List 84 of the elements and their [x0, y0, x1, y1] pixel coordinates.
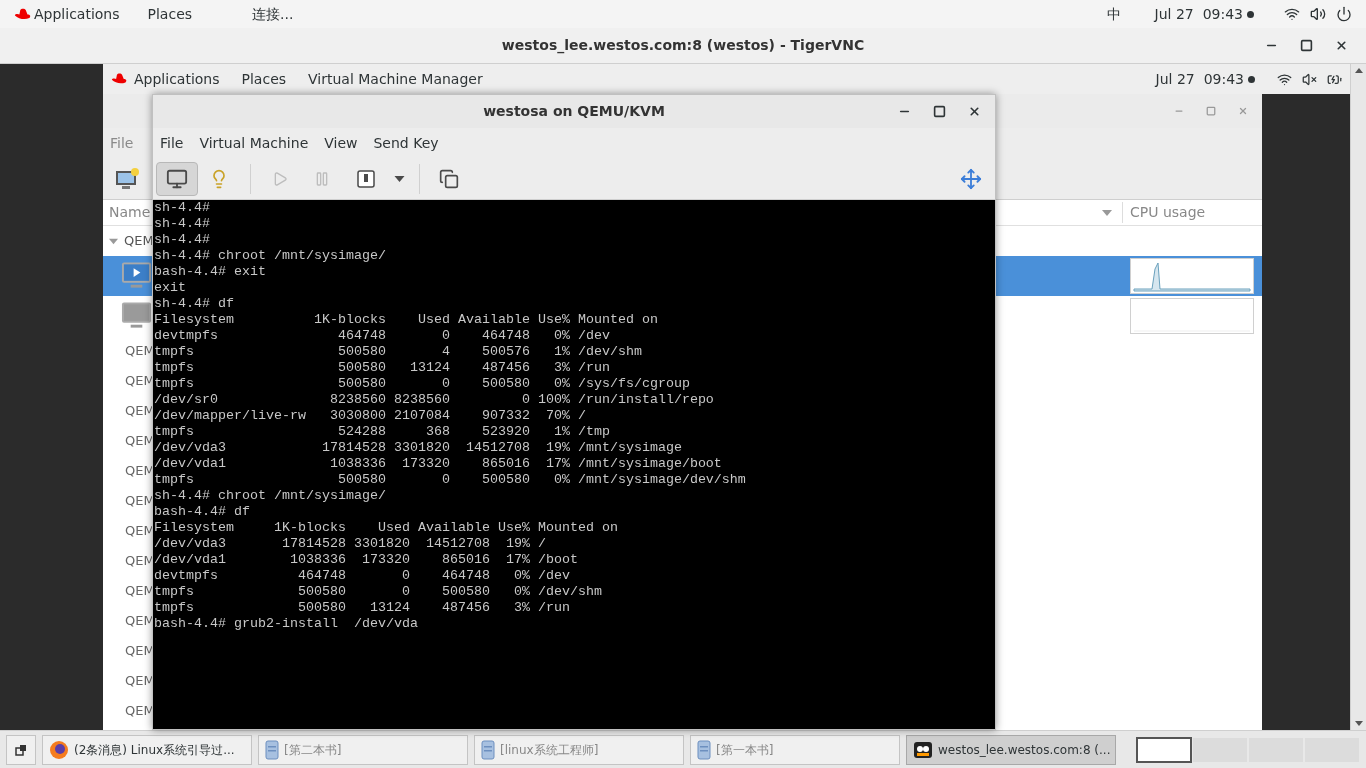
clock[interactable]: Jul 27 09:43 [1154, 3, 1243, 25]
top-bar-menu[interactable]: Places [241, 68, 287, 90]
menu-item[interactable]: Virtual Machine [199, 132, 309, 154]
top-bar-menu[interactable]: Places [147, 3, 193, 25]
console-line: exit [154, 280, 186, 296]
clock[interactable]: Jul 27 09:43 [1155, 68, 1244, 90]
windows-icon [15, 743, 27, 756]
console-line: tmpfs 500580 0 500580 0% /dev/shm [154, 584, 602, 600]
play-icon [272, 170, 288, 187]
console-line: /dev/vda1 1038336 173320 865016 17% /boot [154, 552, 578, 568]
column-header[interactable]: Name [109, 202, 151, 223]
task-button[interactable]: (2条消息) Linux系统引导过... [42, 734, 252, 765]
window-title: westos_lee.westos.com:8 (westos) - TigerVNC [501, 36, 865, 56]
close-icon[interactable] [968, 105, 981, 118]
vm-row[interactable] [996, 256, 1262, 296]
wifi-icon[interactable] [1284, 6, 1300, 22]
scrollbar[interactable] [1350, 64, 1366, 730]
show-desktop-button[interactable] [6, 734, 36, 765]
console-line: sh-4.4# chroot /mnt/sysimage/ [154, 488, 386, 504]
fullscreen-icon [960, 167, 982, 190]
task-button[interactable]: [第二本书] [258, 734, 468, 765]
top-bar-menu[interactable]: Applications [34, 3, 120, 25]
console-line: Filesystem 1K-blocks Used Available Use% Mounted on [154, 520, 618, 536]
workspace-button[interactable] [1136, 736, 1192, 763]
console-line: /dev/vda3 17814528 3301820 14512708 19% / [154, 536, 546, 552]
console-line: tmpfs 524288 368 523920 1% /tmp [154, 424, 610, 440]
console-line: /dev/sr0 8238560 8238560 0 100% /run/install/repo [154, 392, 714, 408]
group-name: QEM [124, 232, 154, 251]
console-line: /dev/mapper/live-rw 3030800 2107084 907332 70% / [154, 408, 586, 424]
menu-item[interactable]: Send Key [373, 132, 439, 154]
switch-icon [356, 168, 376, 189]
power-icon[interactable] [1336, 6, 1352, 22]
expander-icon[interactable] [109, 236, 118, 246]
input-method[interactable]: 中 [1106, 3, 1121, 25]
console-line: /dev/vda3 17814528 3301820 14512708 19% /mnt/sysimage [154, 440, 682, 456]
maximize-icon[interactable] [933, 105, 946, 118]
caret-icon [393, 175, 405, 182]
console-line: sh-4.4# df [154, 296, 234, 312]
wifi-icon[interactable] [1277, 71, 1292, 87]
browser-icon [49, 739, 69, 760]
console-line: tmpfs 500580 4 500576 1% /dev/shm [154, 344, 642, 360]
monitor-button[interactable] [156, 161, 198, 196]
pause-icon [314, 170, 330, 187]
menu-item[interactable]: File [160, 132, 184, 154]
volume-icon[interactable] [1310, 6, 1326, 22]
console-line: tmpfs 500580 0 500580 0% /sys/fs/cgroup [154, 376, 690, 392]
console-line: devtmpfs 464748 0 464748 0% /dev [154, 328, 610, 344]
console-line: bash-4.4# df [154, 504, 250, 520]
document-icon [265, 739, 279, 760]
console-line: tmpfs 500580 13124 487456 3% /run [154, 360, 610, 376]
console-line: bash-4.4# grub2-install /dev/vda [154, 616, 418, 632]
app-name[interactable]: 连接... [252, 3, 294, 25]
document-icon [481, 739, 495, 760]
vnc-icon [913, 739, 933, 760]
maximize-icon[interactable] [1300, 39, 1313, 52]
console-line: bash-4.4# exit [154, 264, 266, 280]
monitor-icon [166, 167, 188, 190]
task-button[interactable]: [第一本书] [690, 734, 900, 765]
console-line: sh-4.4# chroot /mnt/sysimage/ [154, 248, 386, 264]
hat-logo-icon [111, 73, 128, 85]
scroll-up-icon[interactable] [1354, 68, 1363, 73]
snapshots-icon [439, 168, 459, 189]
console-line: tmpfs 500580 0 500580 0% /mnt/sysimage/dev/shm [154, 472, 746, 488]
console-line: tmpfs 500580 13124 487456 3% /run [154, 600, 570, 616]
column-header[interactable]: CPU usage [1122, 202, 1262, 223]
close-icon[interactable] [1335, 39, 1348, 52]
console-line: sh-4.4# [154, 200, 210, 216]
new-vm-icon[interactable] [115, 167, 139, 190]
scroll-down-icon[interactable] [1354, 721, 1363, 726]
top-bar-menu[interactable]: Virtual Machine Manager [308, 68, 483, 90]
console-line: devtmpfs 464748 0 464748 0% /dev [154, 568, 570, 584]
console-line: /dev/vda1 1038336 173320 865016 17% /mnt/sysimage/boot [154, 456, 722, 472]
hat-logo-icon [14, 7, 32, 21]
console-line: sh-4.4# [154, 216, 210, 232]
document-icon [697, 739, 711, 760]
volume-muted-icon[interactable] [1302, 71, 1317, 87]
task-button[interactable]: [linux系统工程师] [474, 734, 684, 765]
window-title: westosa on QEMU/KVM [483, 102, 665, 121]
console-line: Filesystem 1K-blocks Used Available Use% Mounted on [154, 312, 658, 328]
menu-item[interactable]: View [324, 132, 358, 154]
top-bar-menu[interactable]: Applications [134, 68, 220, 90]
console-line: sh-4.4# [154, 232, 210, 248]
task-button[interactable]: westos_lee.westos.com:8 (... [906, 734, 1116, 765]
sort-caret-icon[interactable] [1102, 209, 1112, 216]
